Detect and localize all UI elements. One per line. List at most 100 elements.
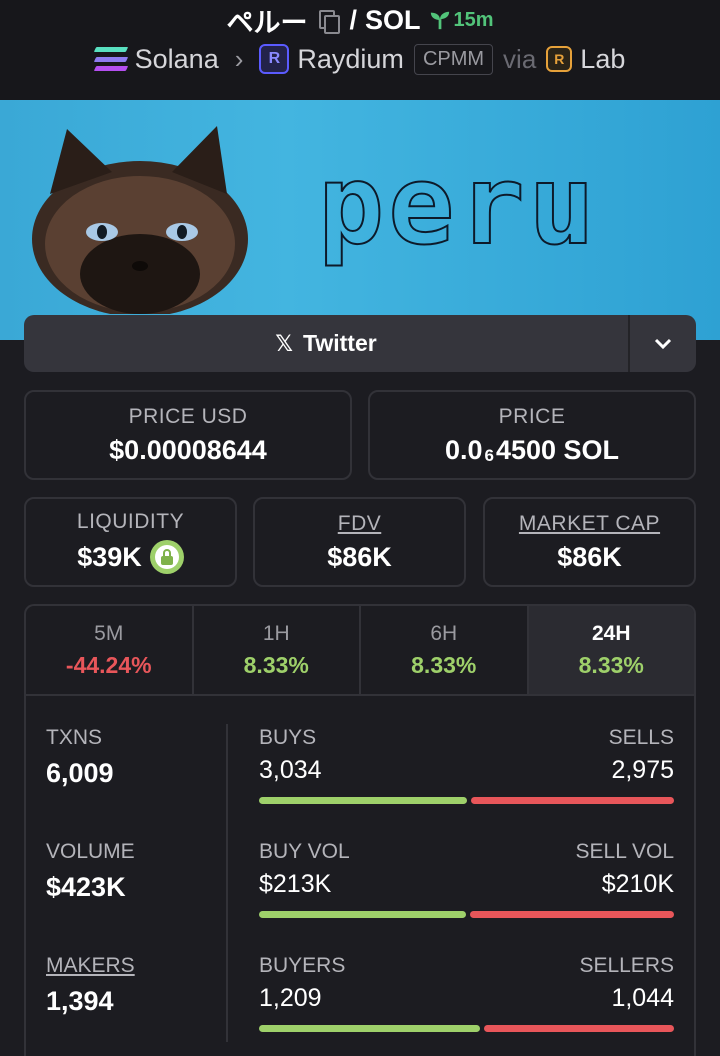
liquidity-value: $39K: [77, 541, 142, 572]
tab-label: 6H: [430, 621, 458, 645]
twitter-label: Twitter: [303, 330, 377, 356]
sellers-value: 1,044: [611, 984, 674, 1012]
tab-label: 1H: [262, 621, 290, 645]
twitter-button[interactable]: 𝕏 Twitter: [24, 315, 628, 372]
volume-bar: [259, 911, 674, 918]
txns-stat: TXNS 6,009: [46, 726, 114, 789]
sell-bar: [483, 1025, 674, 1032]
buys-value: 3,034: [259, 756, 322, 784]
pair-header: ペルー / SOL 15m Solana › R Raydium CPMM vi…: [0, 0, 720, 100]
token-name: ペルー: [226, 7, 308, 38]
timeframe-tabs: 5M -44.24% 1H 8.33% 6H 8.33% 24H 8.33%: [26, 606, 694, 696]
quote-token: SOL: [364, 4, 421, 35]
buys-sells-split: BUYS SELLS 3,034 2,975: [259, 726, 674, 804]
via-label: via: [503, 43, 537, 74]
makers-value: 1,394: [46, 986, 114, 1016]
tab-label: 5M: [94, 621, 124, 645]
price-native-card: PRICE 0.0 6 4500 SOL: [368, 390, 696, 480]
stats-divider: [226, 724, 228, 1042]
price-usd-value: $0.00008644: [109, 434, 267, 465]
sells-label: SELLS: [608, 726, 674, 749]
buy-vol-value: $213K: [259, 870, 332, 898]
buyers-label: BUYERS: [259, 954, 346, 977]
price-native-label: PRICE: [498, 404, 566, 428]
raydium-icon: R: [259, 44, 290, 74]
tab-6h[interactable]: 6H 8.33%: [361, 606, 529, 694]
tab-change: 8.33%: [243, 651, 309, 678]
volume-stat: VOLUME $423K: [46, 840, 135, 903]
price-native-value: 0.0 6 4500 SOL: [445, 435, 619, 466]
banner-logo-text: peru: [317, 141, 599, 269]
buy-bar: [259, 797, 467, 804]
dex-link[interactable]: R Raydium: [259, 44, 404, 75]
x-logo-icon: 𝕏: [275, 330, 294, 356]
sell-vol-label: SELL VOL: [575, 840, 674, 863]
buy-bar: [259, 1025, 480, 1032]
txns-label: TXNS: [46, 726, 103, 749]
tab-5m[interactable]: 5M -44.24%: [26, 606, 194, 694]
age-value: 15m: [453, 8, 494, 31]
tab-1h[interactable]: 1H 8.33%: [194, 606, 361, 694]
liquidity-card: LIQUIDITY $39K: [24, 497, 237, 587]
launchpad-name: Lab: [580, 43, 626, 74]
launchlab-icon: R: [546, 46, 573, 72]
pair-title: ペルー / SOL 15m: [0, 2, 720, 38]
breadcrumb: Solana › R Raydium CPMM via R Lab: [0, 40, 720, 78]
tab-change: 8.33%: [578, 651, 644, 678]
sell-bar: [470, 911, 674, 918]
fdv-card: FDV $86K: [253, 497, 466, 587]
solana-icon: [93, 47, 128, 71]
sell-bar: [470, 797, 674, 804]
price-usd-card: PRICE USD $0.00008644: [24, 390, 352, 480]
makers-label[interactable]: MAKERS: [46, 954, 135, 978]
buy-vol-label: BUY VOL: [259, 840, 350, 863]
market-cap-label[interactable]: MARKET CAP: [519, 512, 660, 536]
volume-value: $423K: [46, 872, 126, 902]
lock-icon[interactable]: [149, 540, 184, 574]
buy-bar: [259, 911, 467, 918]
tab-24h[interactable]: 24H 8.33%: [528, 606, 694, 694]
tab-change: 8.33%: [411, 651, 477, 678]
fdv-value: $86K: [327, 541, 392, 572]
buys-sells-bar: [259, 797, 674, 804]
chain-link[interactable]: Solana: [93, 43, 219, 75]
dex-name: Raydium: [297, 43, 404, 74]
chevron-down-icon: [654, 338, 672, 349]
price-usd-label: PRICE USD: [128, 404, 248, 428]
liquidity-row: $39K: [77, 540, 184, 574]
stats-grid: TXNS 6,009 VOLUME $423K MAKERS 1,394 BUY…: [26, 696, 694, 1056]
volume-split: BUY VOL SELL VOL $213K $210K: [259, 840, 674, 918]
makers-stat: MAKERS 1,394: [46, 954, 135, 1017]
price-suffix: 4500 SOL: [495, 434, 620, 465]
sell-vol-value: $210K: [601, 870, 674, 898]
chevron-right-icon: ›: [234, 43, 244, 74]
tab-label: 24H: [591, 621, 631, 645]
sprout-icon: [430, 11, 449, 30]
pool-type-badge: CPMM: [413, 43, 494, 75]
makers-bar: [259, 1025, 674, 1032]
chain-name: Solana: [134, 43, 219, 74]
sells-value: 2,975: [611, 756, 674, 784]
market-cap-card: MARKET CAP $86K: [483, 497, 696, 587]
liquidity-label: LIQUIDITY: [76, 510, 185, 533]
buys-label: BUYS: [259, 726, 317, 749]
pair-age: 15m: [429, 9, 494, 32]
tab-change: -44.24%: [65, 651, 152, 678]
sellers-label: SELLERS: [579, 954, 674, 977]
links-dropdown-button[interactable]: [628, 315, 696, 372]
market-cap-value: $86K: [557, 541, 622, 572]
buyers-value: 1,209: [259, 984, 322, 1012]
pair-separator: /: [349, 4, 357, 35]
social-links: 𝕏 Twitter: [24, 315, 696, 372]
fdv-label[interactable]: FDV: [338, 512, 382, 536]
price-prefix: 0.0: [444, 434, 483, 465]
copy-icon[interactable]: [317, 8, 341, 34]
makers-split: BUYERS SELLERS 1,209 1,044: [259, 954, 674, 1032]
volume-label: VOLUME: [46, 840, 135, 863]
stats-panel: 5M -44.24% 1H 8.33% 6H 8.33% 24H 8.33% T…: [24, 604, 696, 1056]
price-zero-count: 6: [484, 446, 494, 465]
launchpad-link[interactable]: R Lab: [546, 44, 625, 75]
txns-value: 6,009: [46, 758, 114, 788]
cat-image: [32, 126, 248, 314]
token-banner: peru: [0, 100, 720, 340]
